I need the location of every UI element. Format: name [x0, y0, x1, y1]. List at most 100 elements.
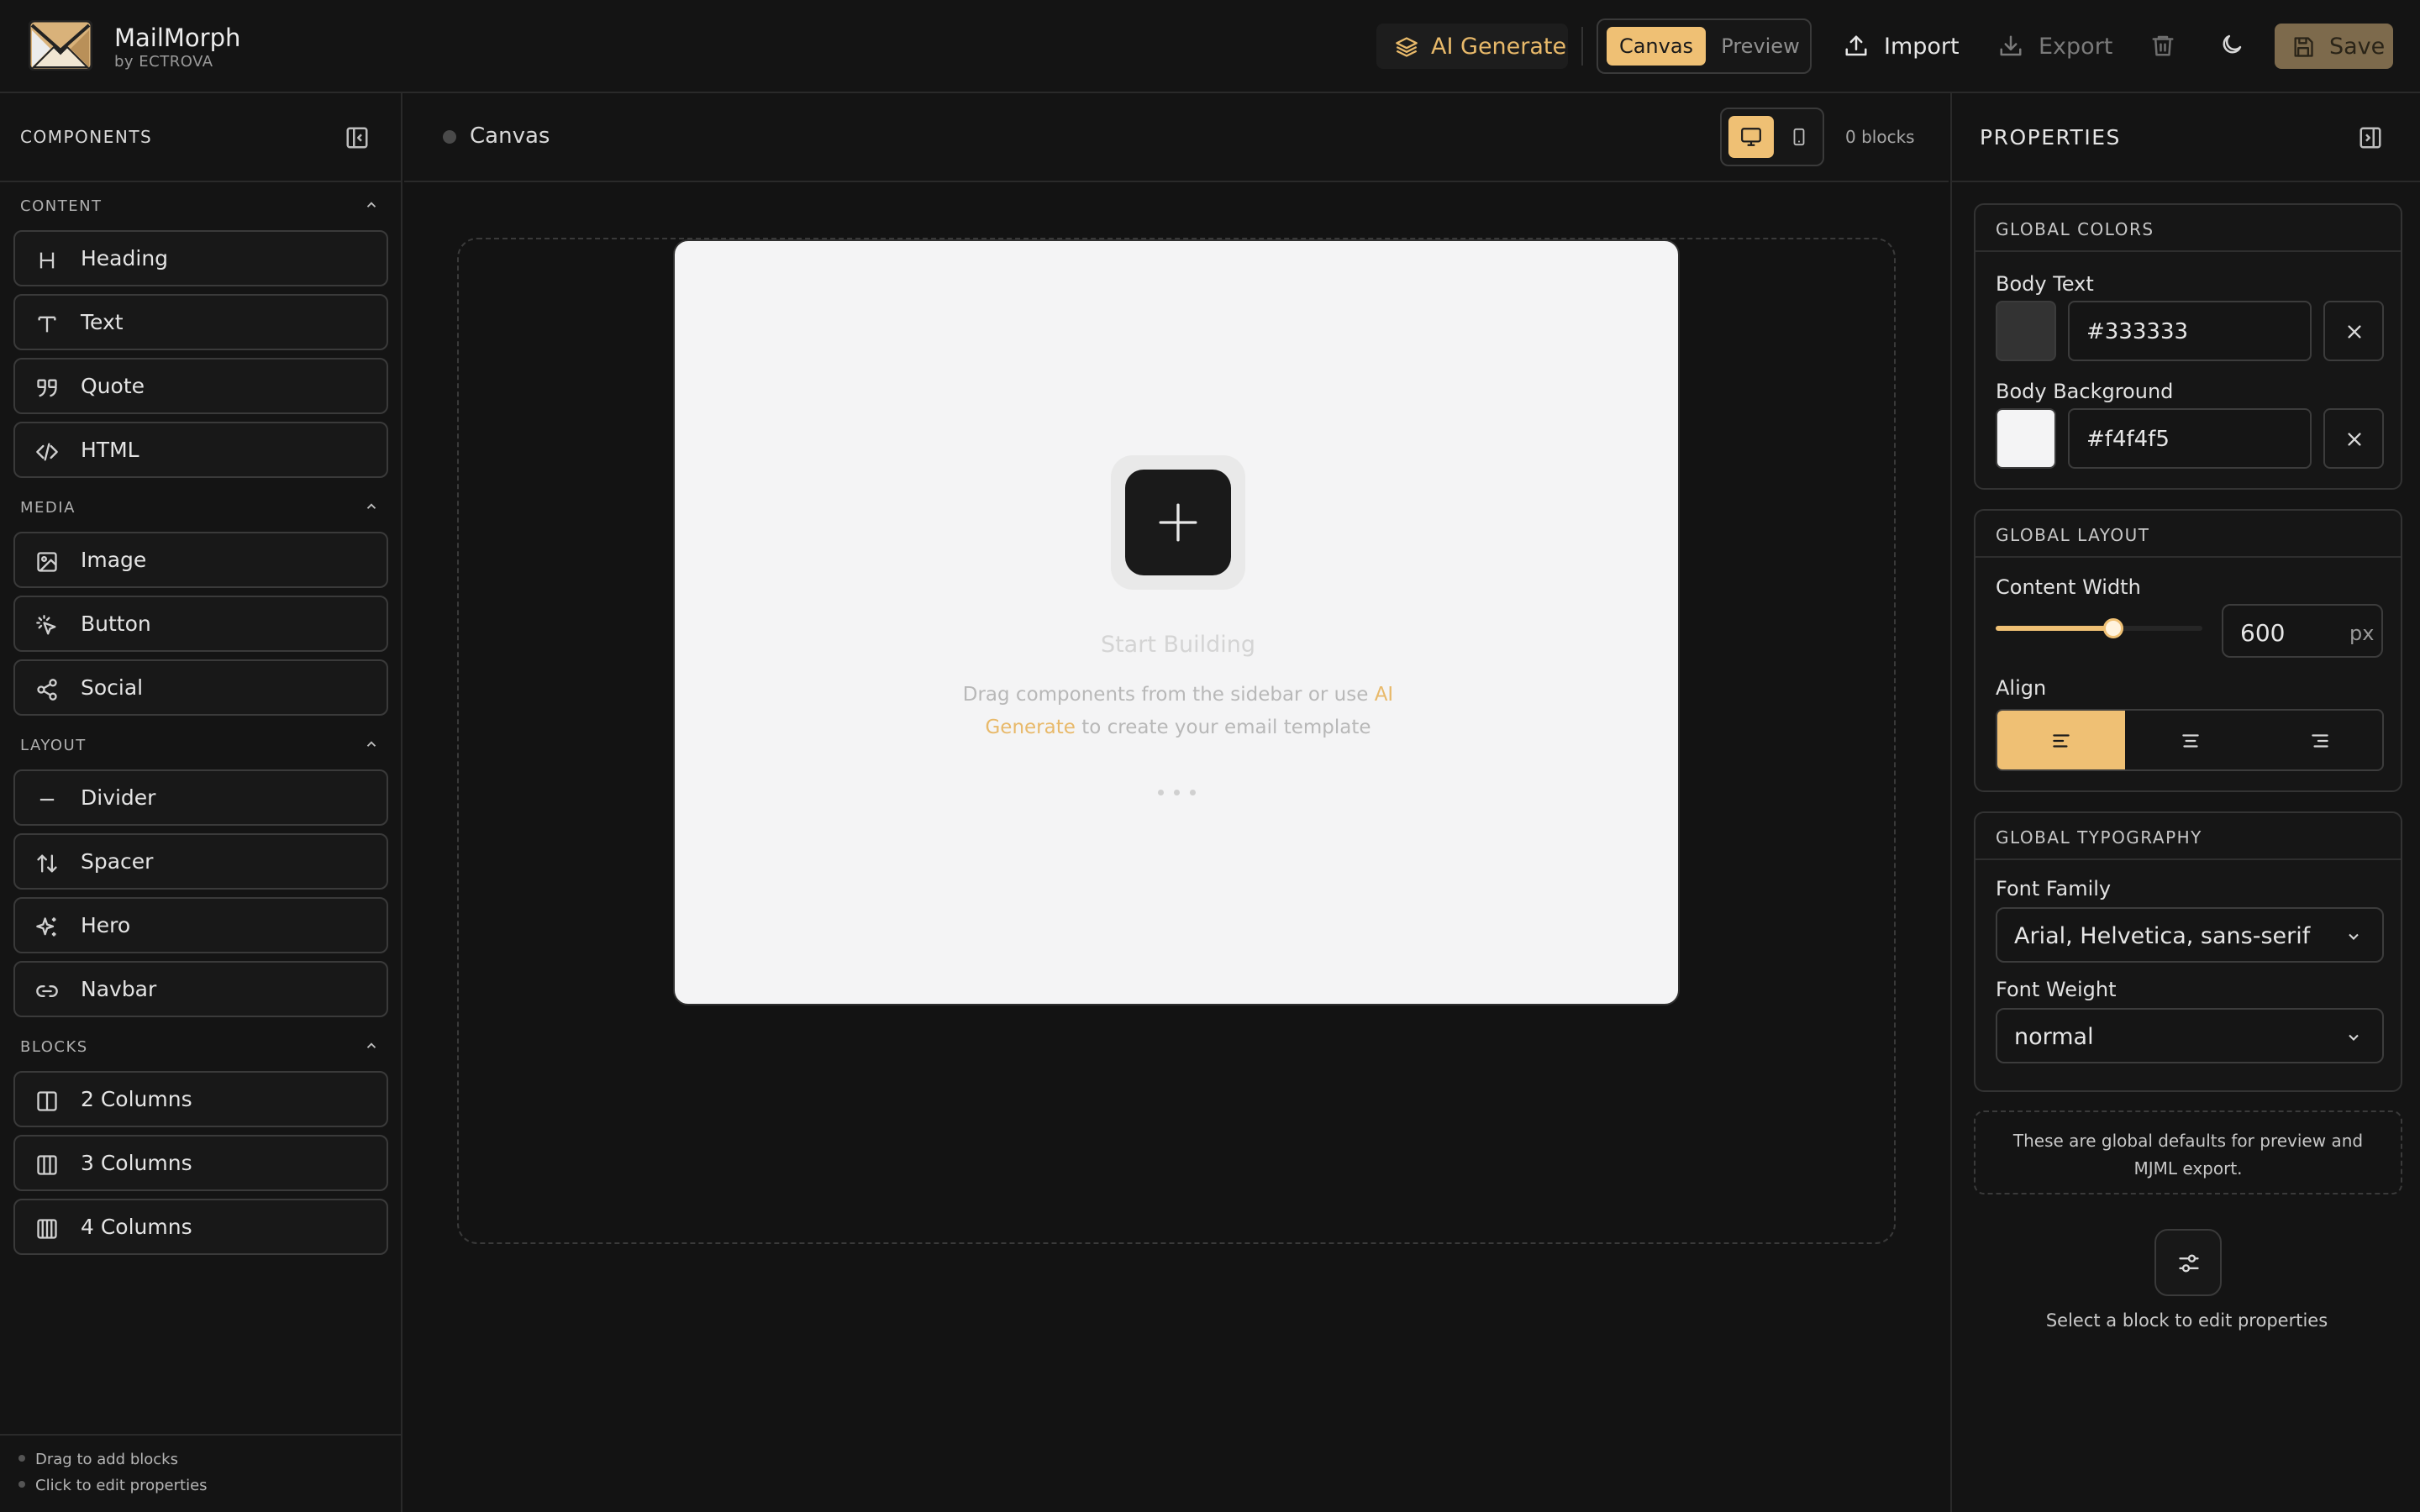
empty-state-text: Drag components from the sidebar or use …	[962, 684, 1394, 738]
component-label: Quote	[81, 374, 145, 398]
export-label: Export	[2039, 33, 2113, 60]
component-hero[interactable]: Hero	[13, 897, 388, 953]
content-width-slider[interactable]	[1996, 618, 2202, 638]
toolbar-divider	[1581, 27, 1583, 66]
quote-icon	[35, 376, 59, 400]
mobile-view-button[interactable]	[1782, 116, 1816, 158]
component-label: Image	[81, 548, 147, 572]
properties-panel: PROPERTIES GLOBAL COLORS Body Text #3333…	[1950, 93, 2420, 1512]
component-social[interactable]: Social	[13, 659, 388, 716]
font-weight-select[interactable]: normal	[1996, 1008, 2384, 1063]
tab-canvas[interactable]: Canvas	[1607, 27, 1706, 66]
slider-thumb[interactable]	[2103, 618, 2124, 638]
align-toggle-group	[1996, 709, 2384, 771]
trash-icon[interactable]	[2150, 32, 2175, 59]
save-button[interactable]: Save	[2275, 24, 2393, 69]
image-icon	[35, 550, 59, 574]
columns-3-icon	[35, 1153, 59, 1177]
global-typography-card: GLOBAL TYPOGRAPHY Font Family Arial, Hel…	[1974, 811, 2402, 1092]
sparkles-icon	[35, 916, 59, 939]
body-text-color-input[interactable]: #333333	[2068, 301, 2312, 361]
component-label: Navbar	[81, 977, 157, 1001]
component-label: 4 Columns	[81, 1215, 192, 1239]
ai-generate-label: AI Generate	[1431, 34, 1567, 60]
body-background-color-swatch[interactable]	[1996, 408, 2056, 469]
global-defaults-note: These are global defaults for preview an…	[1974, 1110, 2402, 1194]
body-text-color-swatch[interactable]	[1996, 301, 2056, 361]
clear-body-background-button[interactable]	[2323, 408, 2384, 469]
component-4-columns[interactable]: 4 Columns	[13, 1199, 388, 1255]
component-label: Button	[81, 612, 151, 636]
component-label: Heading	[81, 246, 169, 270]
import-label: Import	[1884, 33, 1960, 60]
canvas-header: Canvas 0 blocks	[404, 93, 1949, 182]
ai-generate-button[interactable]: AI Generate	[1376, 24, 1568, 69]
card-header: GLOBAL LAYOUT	[1975, 511, 2401, 558]
upload-icon	[1844, 34, 1869, 59]
component-image[interactable]: Image	[13, 532, 388, 588]
desktop-view-button[interactable]	[1728, 116, 1774, 158]
app-name: MailMorph	[114, 24, 241, 52]
component-divider[interactable]: Divider	[13, 769, 388, 826]
add-block-button[interactable]	[1125, 470, 1231, 575]
floppy-disk-icon	[2291, 35, 2315, 59]
section-layout-label: LAYOUT	[20, 737, 87, 754]
chevron-up-icon[interactable]	[364, 737, 379, 752]
blocks-count: 0 blocks	[1845, 127, 1915, 147]
chevron-up-icon[interactable]	[364, 499, 379, 514]
mailmorph-logo-icon	[29, 20, 92, 71]
status-dot	[443, 130, 456, 144]
canvas-title: Canvas	[470, 123, 550, 149]
component-2-columns[interactable]: 2 Columns	[13, 1071, 388, 1127]
chevron-down-icon	[2349, 933, 2359, 940]
component-text[interactable]: Text	[13, 294, 388, 350]
tab-preview[interactable]: Preview	[1716, 27, 1805, 66]
font-family-label: Font Family	[1996, 877, 2112, 900]
sidebar-title: COMPONENTS	[20, 127, 153, 147]
export-button[interactable]: Export	[1998, 24, 2112, 69]
sidebar-header: COMPONENTS	[0, 93, 401, 182]
panel-collapse-right-icon[interactable]	[2358, 125, 2383, 150]
font-weight-label: Font Weight	[1996, 978, 2117, 1001]
content-width-value: 600	[2240, 619, 2286, 647]
app-by-line: by ECTROVA	[114, 53, 213, 71]
sidebar-footer-divider	[0, 1434, 401, 1436]
close-icon	[2348, 325, 2361, 339]
align-center-button[interactable]	[2127, 711, 2254, 769]
component-button[interactable]: Button	[13, 596, 388, 652]
panel-collapse-left-icon[interactable]	[345, 125, 370, 150]
align-left-button[interactable]	[1997, 711, 2125, 769]
arrows-updown-icon	[35, 852, 59, 875]
view-mode-toggle: Canvas Preview	[1597, 18, 1812, 74]
component-label: 3 Columns	[81, 1151, 192, 1175]
card-title: GLOBAL LAYOUT	[1996, 525, 2150, 545]
clear-body-text-button[interactable]	[2323, 301, 2384, 361]
section-content-label: CONTENT	[20, 197, 103, 215]
component-html[interactable]: HTML	[13, 422, 388, 478]
empty-selection-text: Select a block to edit properties	[2045, 1310, 2328, 1331]
content-width-input[interactable]: 600 px	[2222, 604, 2383, 658]
body-background-color-input[interactable]: #f4f4f5	[2068, 408, 2312, 469]
component-navbar[interactable]: Navbar	[13, 961, 388, 1017]
hint-click: Click to edit properties	[18, 1477, 208, 1494]
component-label: HTML	[81, 438, 139, 462]
minus-icon	[35, 788, 59, 811]
chevron-up-icon[interactable]	[364, 1038, 379, 1053]
import-button[interactable]: Import	[1844, 24, 1960, 69]
email-canvas[interactable]: Start Building Drag components from the …	[673, 239, 1680, 1005]
component-spacer[interactable]: Spacer	[13, 833, 388, 890]
component-label: 2 Columns	[81, 1087, 192, 1111]
font-family-select[interactable]: Arial, Helvetica, sans-serif	[1996, 907, 2384, 963]
empty-state-title: Start Building	[1100, 632, 1256, 658]
moon-icon[interactable]	[2219, 32, 2244, 57]
component-3-columns[interactable]: 3 Columns	[13, 1135, 388, 1191]
layers-icon	[1395, 35, 1418, 59]
chevron-up-icon[interactable]	[364, 197, 379, 213]
component-quote[interactable]: Quote	[13, 358, 388, 414]
body-text-label: Body Text	[1996, 272, 2094, 296]
align-right-button[interactable]	[2256, 711, 2382, 769]
align-label: Align	[1996, 676, 2047, 700]
component-heading[interactable]: Heading	[13, 230, 388, 286]
close-icon	[2348, 433, 2361, 446]
card-title: GLOBAL TYPOGRAPHY	[1996, 827, 2202, 848]
